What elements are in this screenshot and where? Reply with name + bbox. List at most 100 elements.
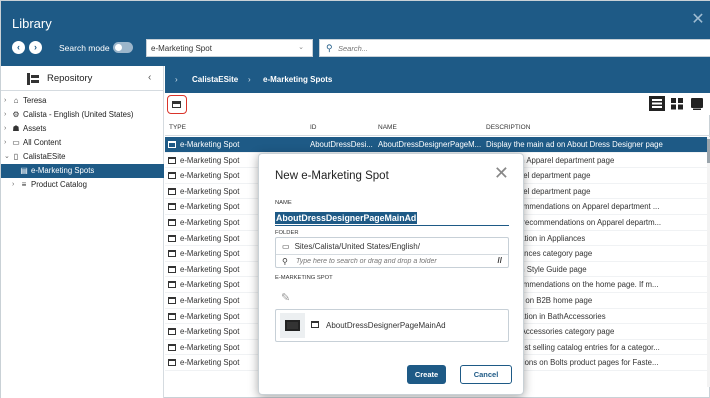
list-view-button[interactable]: [649, 96, 665, 111]
folder-icon: ▭: [282, 242, 290, 251]
folder-path: ▭ Sites/Calista/United States/English/: [282, 242, 420, 251]
expand-icon[interactable]: ›: [4, 122, 10, 136]
column-header-name[interactable]: NAME: [378, 124, 397, 131]
spot-icon: [168, 250, 176, 258]
spot-icon: [168, 203, 176, 211]
name-field[interactable]: AboutDressDesignerPageMainAd: [275, 212, 509, 226]
breadcrumb-sep: ›: [175, 75, 178, 84]
tree-item-assets[interactable]: › ☗ Assets: [1, 122, 164, 136]
expand-icon[interactable]: ›: [4, 108, 10, 122]
grid-view-button[interactable]: [669, 96, 685, 111]
column-header-description[interactable]: DESCRIPTION: [486, 124, 530, 131]
folder-search-input[interactable]: [296, 256, 496, 266]
type-select-value: e-Marketing Spot: [151, 44, 212, 53]
repository-title: Repository: [47, 73, 93, 84]
search-input[interactable]: [338, 42, 698, 55]
spot-thumbnail: [280, 313, 305, 338]
folder-path-text: Sites/Calista/United States/English/: [294, 242, 420, 251]
table-row[interactable]: e-Marketing Spot AboutDressDesi... AboutDr…: [165, 137, 707, 153]
breadcrumb-item-e-marketing-spots[interactable]: e-Marketing Spots: [263, 75, 332, 84]
type-select[interactable]: e-Marketing Spot ⌄: [146, 39, 313, 57]
tree-item-teresa[interactable]: › ⌂ Teresa: [1, 94, 164, 108]
catalog-icon: ≡: [21, 180, 27, 189]
spot-name: AboutDressDesignerPageMainAd: [326, 321, 446, 330]
search-box[interactable]: ⚲: [319, 39, 710, 57]
collapse-tree-icon[interactable]: ⌄: [4, 150, 10, 164]
toolbar: [165, 93, 710, 115]
spot-icon: [168, 359, 176, 367]
column-header-type[interactable]: TYPE: [169, 124, 186, 131]
spot-icon: [168, 296, 176, 304]
spot-icon: [168, 218, 176, 226]
collapse-icon[interactable]: ‹: [148, 72, 151, 83]
spot-card: AboutDressDesignerPageMainAd: [275, 309, 509, 342]
expand-icon[interactable]: ›: [4, 94, 10, 108]
cell-id: AboutDressDesi...: [310, 140, 373, 149]
table-header: TYPE ID NAME DESCRIPTION: [165, 117, 710, 136]
spot-icon: [168, 172, 176, 180]
search-icon: ⚲: [282, 257, 288, 266]
cell-name: AboutDressDesignerPageM...: [378, 140, 482, 149]
tree-item-label: Assets: [23, 124, 47, 133]
tree-item-calistaesite[interactable]: ⌄ ▯ CalistaESite: [1, 150, 164, 164]
spot-label: E-MARKETING SPOT: [275, 275, 333, 281]
spot-icon: ▤: [20, 166, 28, 175]
folder-field[interactable]: ▭ Sites/Calista/United States/English/ ⚲ …: [275, 237, 509, 268]
tree-item-label: Teresa: [23, 96, 47, 105]
new-spot-dialog: New e-Marketing Spot ✕ NAME AboutDressDe…: [258, 153, 524, 395]
tree-item-e-marketing-spots[interactable]: ▤ e-Marketing Spots: [1, 164, 164, 178]
grid-view-icon: [671, 98, 683, 110]
assets-icon: ☗: [12, 124, 20, 133]
chevron-down-icon: ⌄: [298, 44, 304, 51]
toggle-knob: [115, 44, 122, 51]
tree-item-label: e-Marketing Spots: [31, 166, 95, 175]
breadcrumb: › CalistaESite › e-Marketing Spots: [165, 66, 710, 93]
tree-item-label: CalistaESite: [23, 152, 66, 161]
monitor-icon: [285, 320, 300, 331]
tree-item-label: All Content: [23, 138, 62, 147]
spot-icon: [168, 343, 176, 351]
folder-action-icon[interactable]: //: [498, 256, 502, 265]
divider: [276, 254, 508, 255]
search-mode-toggle[interactable]: [113, 42, 133, 53]
folder-search[interactable]: ⚲: [282, 256, 496, 266]
cell-description: Display the main ad on About Dress Desig…: [486, 140, 663, 149]
list-view-icon: [652, 99, 662, 108]
breadcrumb-item-calistaesite[interactable]: CalistaESite: [192, 75, 238, 84]
site-icon: ⚙: [12, 110, 20, 119]
new-e-marketing-spot-button[interactable]: [167, 95, 187, 114]
expand-icon[interactable]: ›: [4, 136, 10, 150]
thumbnail-view-icon: [691, 98, 703, 110]
spot-icon: [168, 312, 176, 320]
create-button[interactable]: Create: [407, 365, 446, 384]
pencil-icon[interactable]: ✎: [281, 291, 290, 304]
folder-icon: ▭: [12, 138, 20, 147]
header: Library ✕ ‹ › Search mode e-Marketing Sp…: [1, 1, 710, 66]
spot-icon: [172, 101, 181, 108]
spot-icon: [311, 321, 319, 328]
name-label: NAME: [275, 200, 292, 206]
tree-item-label: Product Catalog: [31, 180, 87, 189]
dialog-close-icon[interactable]: ✕: [494, 164, 509, 182]
folder-label: FOLDER: [275, 230, 299, 236]
sidebar: Repository ‹ › ⌂ Teresa › ⚙ Calista - En…: [1, 66, 164, 398]
expand-icon[interactable]: ›: [12, 178, 18, 192]
tree-item-all-content[interactable]: › ▭ All Content: [1, 136, 164, 150]
column-header-id[interactable]: ID: [310, 124, 317, 131]
close-icon[interactable]: ✕: [690, 12, 706, 28]
spot-icon: [168, 281, 176, 289]
store-icon: ▯: [13, 152, 19, 161]
tree-item-calista[interactable]: › ⚙ Calista - English (United States): [1, 108, 164, 122]
home-icon: ⌂: [13, 96, 19, 105]
spot-icon: [168, 328, 176, 336]
name-value[interactable]: AboutDressDesignerPageMainAd: [275, 212, 418, 224]
tree-item-product-catalog[interactable]: › ≡ Product Catalog: [1, 178, 164, 192]
back-icon[interactable]: ‹: [12, 41, 25, 54]
spot-icon: [168, 141, 176, 148]
breadcrumb-sep: ›: [248, 75, 251, 84]
tree-item-label: Calista - English (United States): [23, 110, 134, 119]
forward-icon[interactable]: ›: [29, 41, 42, 54]
cancel-button[interactable]: Cancel: [460, 365, 512, 384]
app-title: Library: [12, 16, 52, 31]
thumbnail-view-button[interactable]: [689, 96, 705, 111]
